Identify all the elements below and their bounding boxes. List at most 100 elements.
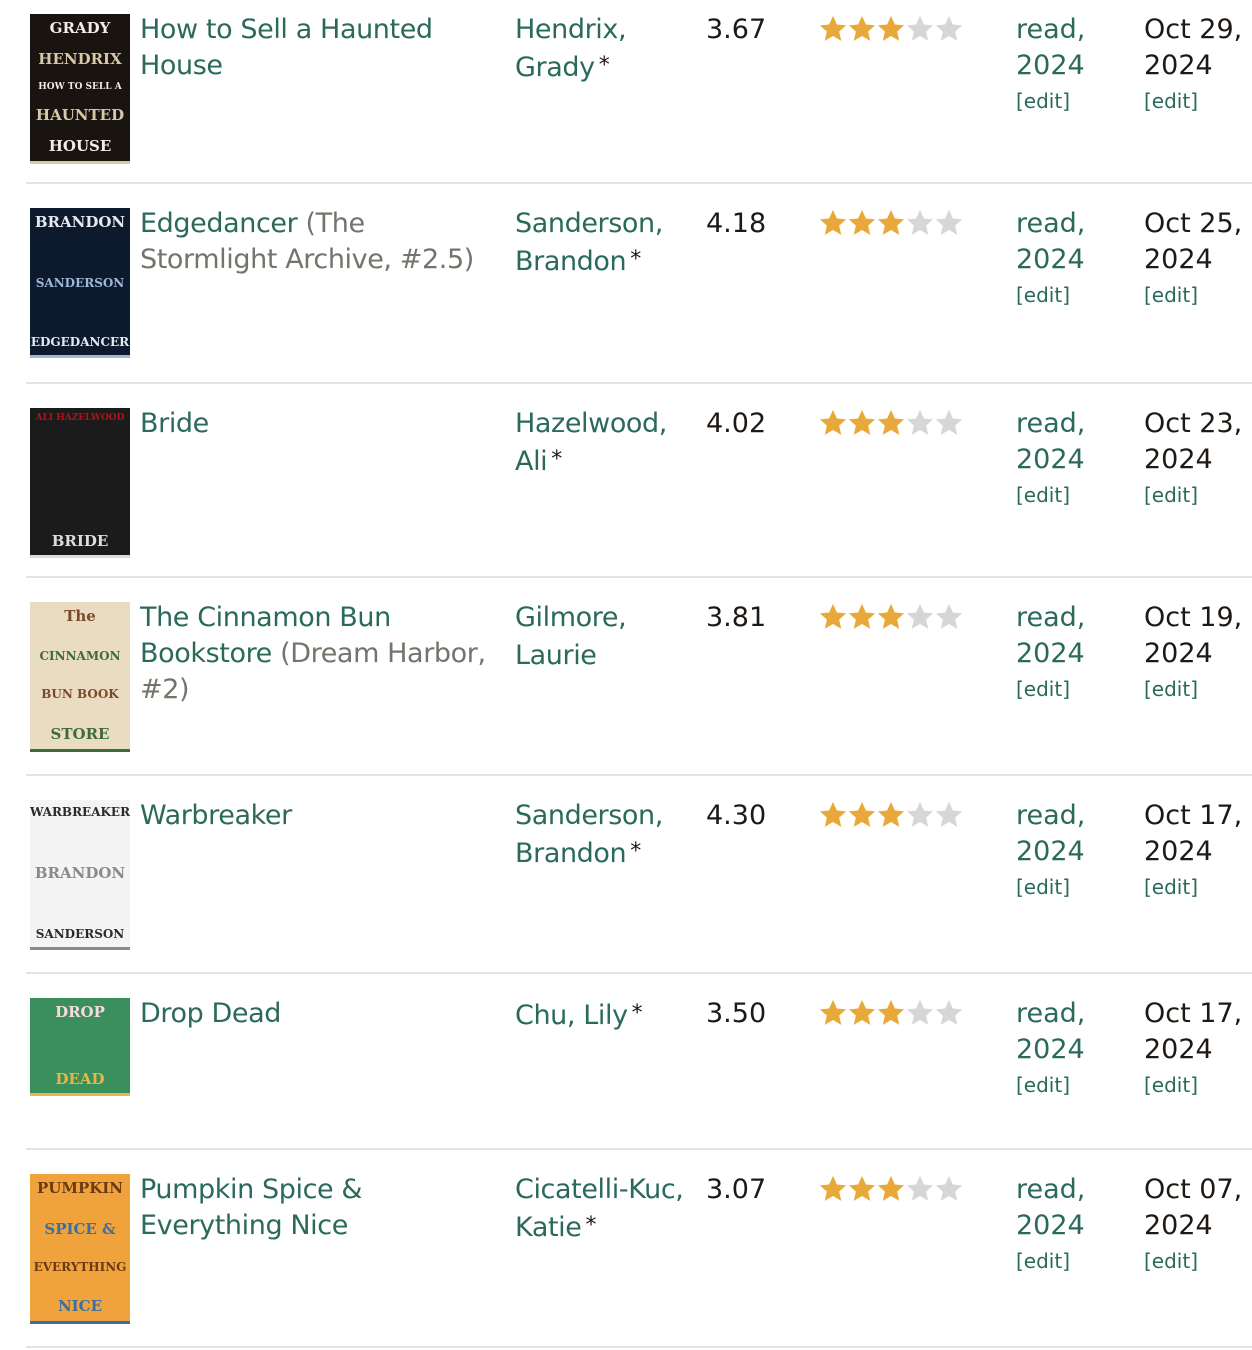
book-cover[interactable]: PUMPKIN SPICE & EVERYTHING NICE bbox=[30, 1174, 130, 1324]
book-cover[interactable]: GRADY HENDRIX HOW TO SELL A HAUNTED HOUSE bbox=[30, 14, 130, 164]
star-filled-icon[interactable] bbox=[818, 206, 847, 242]
cover-text: NICE bbox=[57, 1297, 103, 1316]
avg-rating: 3.67 bbox=[706, 14, 767, 45]
star-filled-icon[interactable] bbox=[876, 206, 905, 242]
star-empty-icon[interactable] bbox=[905, 406, 934, 442]
star-filled-icon[interactable] bbox=[818, 798, 847, 834]
star-empty-icon[interactable] bbox=[905, 996, 934, 1032]
author-link[interactable]: Hendrix, Grady bbox=[515, 14, 627, 83]
author-link[interactable]: Cicatelli-Kuc, Katie bbox=[515, 1174, 684, 1243]
shelf-link[interactable]: read, 2024 bbox=[1016, 998, 1085, 1065]
cover-text: PUMPKIN bbox=[36, 1179, 123, 1197]
book-title-link[interactable]: Warbreaker bbox=[140, 800, 292, 831]
shelf-link[interactable]: read, 2024 bbox=[1016, 208, 1085, 275]
star-filled-icon[interactable] bbox=[876, 996, 905, 1032]
star-filled-icon[interactable] bbox=[847, 206, 876, 242]
book-cover[interactable]: ALI HAZELWOOD BRIDE bbox=[30, 408, 130, 558]
book-cover[interactable]: DROP DEAD bbox=[30, 998, 130, 1096]
star-empty-icon[interactable] bbox=[934, 406, 963, 442]
star-empty-icon[interactable] bbox=[905, 798, 934, 834]
author-marker: * bbox=[551, 447, 562, 472]
cover-text: DEAD bbox=[55, 1069, 105, 1088]
cover-text: BRANDON bbox=[34, 213, 126, 231]
date-read: Oct 25, 2024 bbox=[1144, 208, 1243, 275]
cover-text: ALI HAZELWOOD bbox=[35, 413, 125, 423]
star-filled-icon[interactable] bbox=[847, 600, 876, 636]
author-link[interactable]: Gilmore, Laurie bbox=[515, 602, 627, 671]
star-empty-icon[interactable] bbox=[905, 206, 934, 242]
edit-date-link[interactable]: [edit] bbox=[1144, 280, 1252, 310]
star-empty-icon[interactable] bbox=[934, 996, 963, 1032]
book-title-link[interactable]: Bride bbox=[140, 408, 209, 439]
book-cover[interactable]: BRANDON SANDERSON EDGEDANCER bbox=[30, 208, 130, 358]
shelf-link[interactable]: read, 2024 bbox=[1016, 14, 1085, 81]
edit-date-link[interactable]: [edit] bbox=[1144, 1246, 1252, 1276]
star-filled-icon[interactable] bbox=[818, 12, 847, 48]
edit-shelves-link[interactable]: [edit] bbox=[1016, 1246, 1126, 1276]
book-title-link[interactable]: Drop Dead bbox=[140, 998, 281, 1029]
edit-shelves-link[interactable]: [edit] bbox=[1016, 480, 1126, 510]
rating-stars[interactable] bbox=[818, 600, 978, 636]
shelves-cell: read, 2024 [edit] bbox=[1016, 206, 1126, 310]
star-empty-icon[interactable] bbox=[934, 1172, 963, 1208]
title-cell: Drop Dead bbox=[140, 996, 500, 1032]
cover-text: BUN BOOK bbox=[41, 687, 119, 702]
star-empty-icon[interactable] bbox=[934, 12, 963, 48]
edit-shelves-link[interactable]: [edit] bbox=[1016, 280, 1126, 310]
author-marker: * bbox=[585, 1213, 597, 1238]
author-link[interactable]: Hazelwood, Ali bbox=[515, 408, 667, 477]
rating-stars[interactable] bbox=[818, 12, 978, 48]
edit-date-link[interactable]: [edit] bbox=[1144, 480, 1252, 510]
shelf-link[interactable]: read, 2024 bbox=[1016, 408, 1085, 475]
shelf-link[interactable]: read, 2024 bbox=[1016, 1174, 1085, 1241]
star-filled-icon[interactable] bbox=[818, 1172, 847, 1208]
star-filled-icon[interactable] bbox=[876, 798, 905, 834]
star-filled-icon[interactable] bbox=[818, 996, 847, 1032]
star-empty-icon[interactable] bbox=[934, 798, 963, 834]
edit-shelves-link[interactable]: [edit] bbox=[1016, 1070, 1126, 1100]
date-read-cell: Oct 29, 2024 [edit] bbox=[1144, 12, 1252, 116]
rating-stars[interactable] bbox=[818, 996, 978, 1032]
edit-date-link[interactable]: [edit] bbox=[1144, 1070, 1252, 1100]
book-title-link[interactable]: Pumpkin Spice & Everything Nice bbox=[140, 1174, 362, 1241]
date-read: Oct 29, 2024 bbox=[1144, 14, 1243, 81]
book-cover[interactable]: WARBREAKER BRANDON SANDERSON bbox=[30, 800, 130, 950]
cover-text: SANDERSON bbox=[35, 275, 125, 290]
star-filled-icon[interactable] bbox=[876, 600, 905, 636]
star-empty-icon[interactable] bbox=[934, 206, 963, 242]
star-empty-icon[interactable] bbox=[905, 12, 934, 48]
star-filled-icon[interactable] bbox=[847, 12, 876, 48]
edit-date-link[interactable]: [edit] bbox=[1144, 872, 1252, 902]
edit-shelves-link[interactable]: [edit] bbox=[1016, 872, 1126, 902]
star-filled-icon[interactable] bbox=[847, 406, 876, 442]
star-filled-icon[interactable] bbox=[876, 1172, 905, 1208]
title-cell: Pumpkin Spice & Everything Nice bbox=[140, 1172, 500, 1244]
book-title-link[interactable]: Edgedancer bbox=[140, 208, 298, 239]
star-empty-icon[interactable] bbox=[905, 600, 934, 636]
book-title-link[interactable]: How to Sell a Haunted House bbox=[140, 14, 433, 81]
star-filled-icon[interactable] bbox=[847, 798, 876, 834]
cover-text: BRANDON bbox=[34, 864, 126, 883]
edit-date-link[interactable]: [edit] bbox=[1144, 86, 1252, 116]
date-read-cell: Oct 19, 2024 [edit] bbox=[1144, 600, 1252, 704]
star-filled-icon[interactable] bbox=[818, 600, 847, 636]
rating-stars[interactable] bbox=[818, 206, 978, 242]
edit-shelves-link[interactable]: [edit] bbox=[1016, 674, 1126, 704]
edit-shelves-link[interactable]: [edit] bbox=[1016, 86, 1126, 116]
star-filled-icon[interactable] bbox=[876, 406, 905, 442]
star-empty-icon[interactable] bbox=[905, 1172, 934, 1208]
rating-stars[interactable] bbox=[818, 798, 978, 834]
rating-stars[interactable] bbox=[818, 406, 978, 442]
star-filled-icon[interactable] bbox=[818, 406, 847, 442]
shelf-link[interactable]: read, 2024 bbox=[1016, 602, 1085, 669]
star-empty-icon[interactable] bbox=[934, 600, 963, 636]
star-filled-icon[interactable] bbox=[876, 12, 905, 48]
shelf-link[interactable]: read, 2024 bbox=[1016, 800, 1085, 867]
book-cover[interactable]: The CINNAMON BUN BOOK STORE bbox=[30, 602, 130, 752]
edit-date-link[interactable]: [edit] bbox=[1144, 674, 1252, 704]
author-link[interactable]: Chu, Lily bbox=[515, 1000, 628, 1031]
cover-text: STORE bbox=[50, 725, 110, 744]
rating-stars[interactable] bbox=[818, 1172, 978, 1208]
star-filled-icon[interactable] bbox=[847, 1172, 876, 1208]
star-filled-icon[interactable] bbox=[847, 996, 876, 1032]
